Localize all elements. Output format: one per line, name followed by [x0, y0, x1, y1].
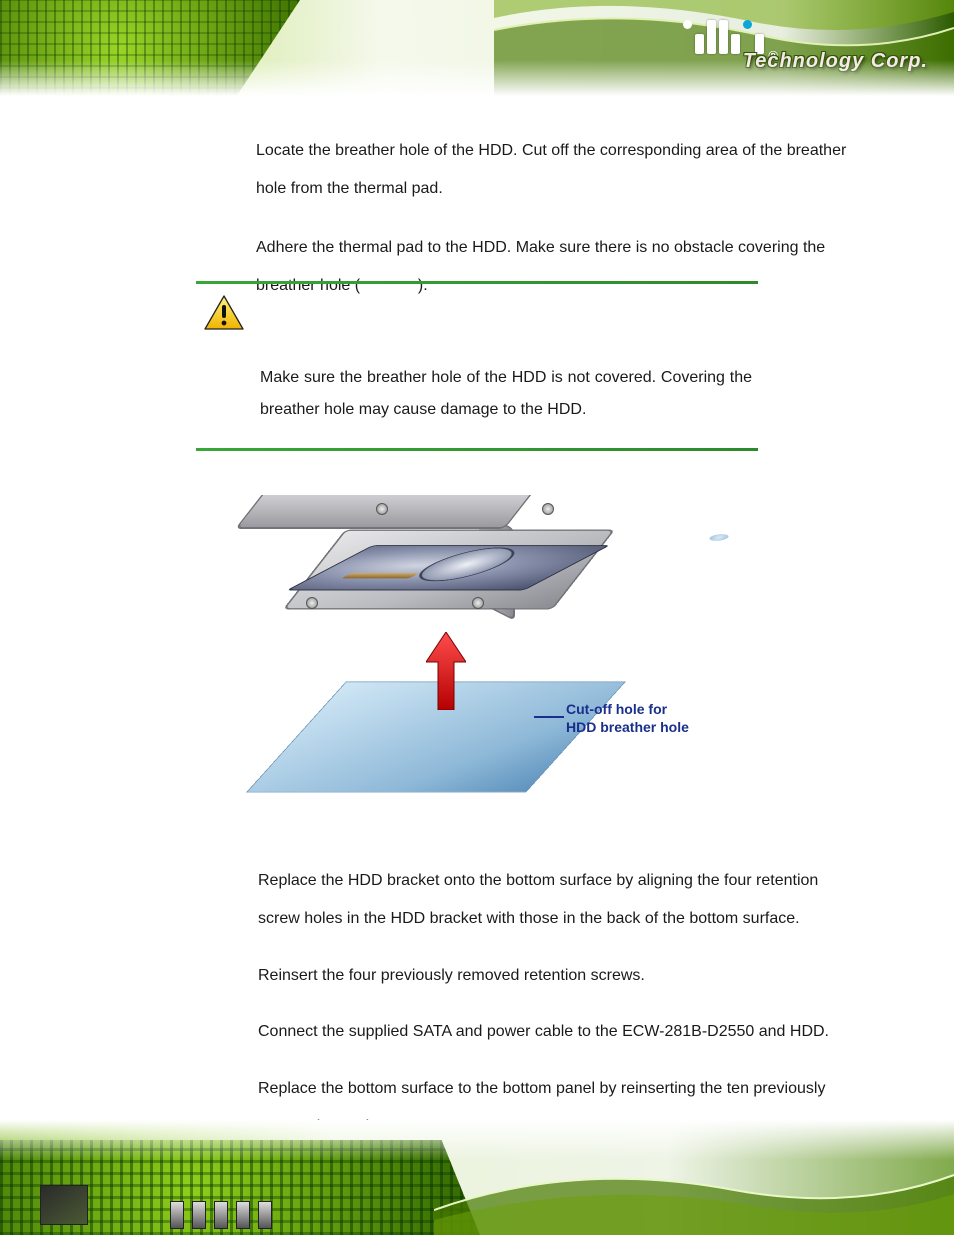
- warning-text: Make sure the breather hole of the HDD i…: [260, 362, 752, 426]
- footer-chips2-graphic: [170, 1201, 272, 1229]
- cutoff-hole-graphic: [707, 534, 731, 541]
- footer-chips-graphic: [40, 1185, 88, 1225]
- callout-leader-line: [534, 716, 564, 718]
- header-fade: [0, 60, 954, 100]
- screw-icon: [306, 597, 318, 609]
- screw-icon: [376, 503, 388, 515]
- hdd-graphic: [286, 545, 610, 590]
- warning-triangle-icon: [204, 295, 244, 331]
- screw-icon: [472, 597, 484, 609]
- step-connect-sata: Connect the supplied SATA and power cabl…: [258, 1013, 858, 1051]
- header-banner: ® Technology Corp.: [0, 0, 954, 100]
- step-locate-breather: Locate the breather hole of the HDD. Cut…: [256, 132, 860, 209]
- footer-banner: [0, 1120, 954, 1235]
- figure-hdd-thermal-pad: Cut-off hole for HDD breather hole: [266, 482, 706, 812]
- callout-label-l2: HDD breather hole: [566, 719, 689, 735]
- footer-fade: [0, 1120, 954, 1160]
- callout-label: Cut-off hole for HDD breather hole: [566, 701, 689, 736]
- arrow-up-icon: [426, 632, 466, 710]
- step-replace-bracket: Replace the HDD bracket onto the bottom …: [258, 862, 858, 939]
- iei-logo-icon: [683, 20, 764, 54]
- warning-rule-top: [196, 281, 758, 284]
- screw-icon: [542, 503, 554, 515]
- warning-box: Make sure the breather hole of the HDD i…: [196, 281, 760, 451]
- step-reinsert-screws: Reinsert the four previously removed ret…: [258, 957, 858, 995]
- content-bottom: Replace the HDD bracket onto the bottom …: [258, 862, 858, 1164]
- callout-label-l1: Cut-off hole for: [566, 701, 667, 717]
- warning-rule-bottom: [196, 448, 758, 451]
